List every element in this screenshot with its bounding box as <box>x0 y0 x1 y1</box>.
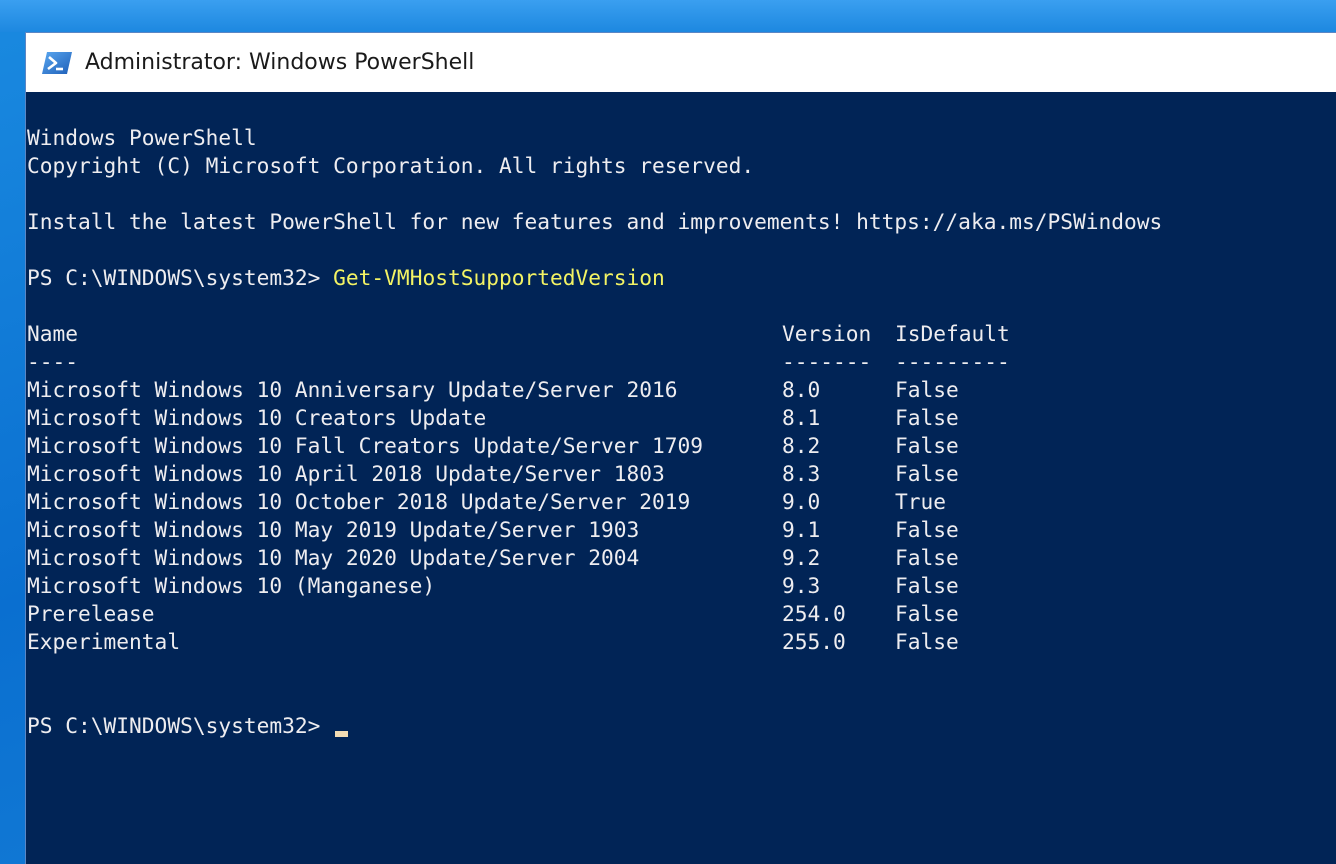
row-version: 254.0 <box>782 601 846 626</box>
row-version: 255.0 <box>782 629 846 654</box>
row-name: Experimental <box>27 629 181 654</box>
row-isdefault: False <box>895 573 959 598</box>
row-version: 9.3 <box>782 573 821 598</box>
row-name: Microsoft Windows 10 May 2020 Update/Ser… <box>27 545 640 570</box>
table-header: Name Version IsDefault <box>27 320 1336 348</box>
console-output-area[interactable]: Windows PowerShell Copyright (C) Microsof… <box>26 92 1336 864</box>
prompt: PS C:\WINDOWS\system32> <box>27 713 334 738</box>
table-row: Microsoft Windows 10 October 2018 Update… <box>27 488 1336 516</box>
command-line: PS C:\WINDOWS\system32> Get-VMHostSuppor… <box>27 264 1336 292</box>
command-text: Get-VMHostSupportedVersion <box>333 265 665 290</box>
install-notice-line: Install the latest PowerShell for new fe… <box>27 209 1163 234</box>
row-isdefault: False <box>895 433 959 458</box>
powershell-window[interactable]: Administrator: Windows PowerShell Window… <box>25 32 1336 864</box>
row-isdefault: False <box>895 461 959 486</box>
row-name: Microsoft Windows 10 October 2018 Update… <box>27 489 691 514</box>
row-version: 8.3 <box>782 461 821 486</box>
desktop-background <box>0 0 1336 32</box>
table-row: Microsoft Windows 10 Creators Update 8.1 F… <box>27 404 1336 432</box>
banner-line: Windows PowerShell <box>27 125 257 150</box>
table-row: Microsoft Windows 10 (Manganese) 9.3 False <box>27 572 1336 600</box>
row-name: Prerelease <box>27 601 155 626</box>
separator-version: ------- <box>782 349 872 374</box>
table-separator: ---- ------- --------- <box>27 348 1336 376</box>
table-row: Microsoft Windows 10 April 2018 Update/S… <box>27 460 1336 488</box>
text-cursor <box>335 731 349 737</box>
table-row: Microsoft Windows 10 Anniversary Update/… <box>27 376 1336 404</box>
header-isdefault: IsDefault <box>895 321 1010 346</box>
row-version: 9.2 <box>782 545 821 570</box>
row-name: Microsoft Windows 10 Fall Creators Updat… <box>27 433 704 458</box>
table-row: Experimental 255.0 False <box>27 628 1336 656</box>
row-name: Microsoft Windows 10 Anniversary Update/… <box>27 377 678 402</box>
row-isdefault: False <box>895 405 959 430</box>
row-isdefault: False <box>895 377 959 402</box>
row-name: Microsoft Windows 10 (Manganese) <box>27 573 436 598</box>
row-version: 9.1 <box>782 517 821 542</box>
row-version: 8.0 <box>782 377 821 402</box>
row-name: Microsoft Windows 10 April 2018 Update/S… <box>27 461 665 486</box>
separator-name: ---- <box>27 349 79 374</box>
row-isdefault: False <box>895 517 959 542</box>
row-version: 9.0 <box>782 489 821 514</box>
prompt: PS C:\WINDOWS\system32> <box>27 265 334 290</box>
row-isdefault: False <box>895 601 959 626</box>
row-isdefault: False <box>895 629 959 654</box>
table-row: Microsoft Windows 10 May 2020 Update/Ser… <box>27 544 1336 572</box>
row-version: 8.2 <box>782 433 821 458</box>
row-isdefault: False <box>895 545 959 570</box>
row-isdefault: True <box>895 489 947 514</box>
header-version: Version <box>782 321 872 346</box>
title-bar[interactable]: Administrator: Windows PowerShell <box>26 33 1336 92</box>
row-version: 8.1 <box>782 405 821 430</box>
row-name: Microsoft Windows 10 Creators Update <box>27 405 487 430</box>
input-line[interactable]: PS C:\WINDOWS\system32> <box>27 712 1336 740</box>
powershell-icon[interactable] <box>41 51 73 75</box>
table-row: Microsoft Windows 10 May 2019 Update/Ser… <box>27 516 1336 544</box>
table-row: Microsoft Windows 10 Fall Creators Updat… <box>27 432 1336 460</box>
table-row: Prerelease 254.0 False <box>27 600 1336 628</box>
copyright-line: Copyright (C) Microsoft Corporation. All… <box>27 153 755 178</box>
separator-isdefault: --------- <box>895 349 1010 374</box>
header-name: Name <box>27 321 79 346</box>
row-name: Microsoft Windows 10 May 2019 Update/Ser… <box>27 517 640 542</box>
window-title: Administrator: Windows PowerShell <box>85 50 475 75</box>
